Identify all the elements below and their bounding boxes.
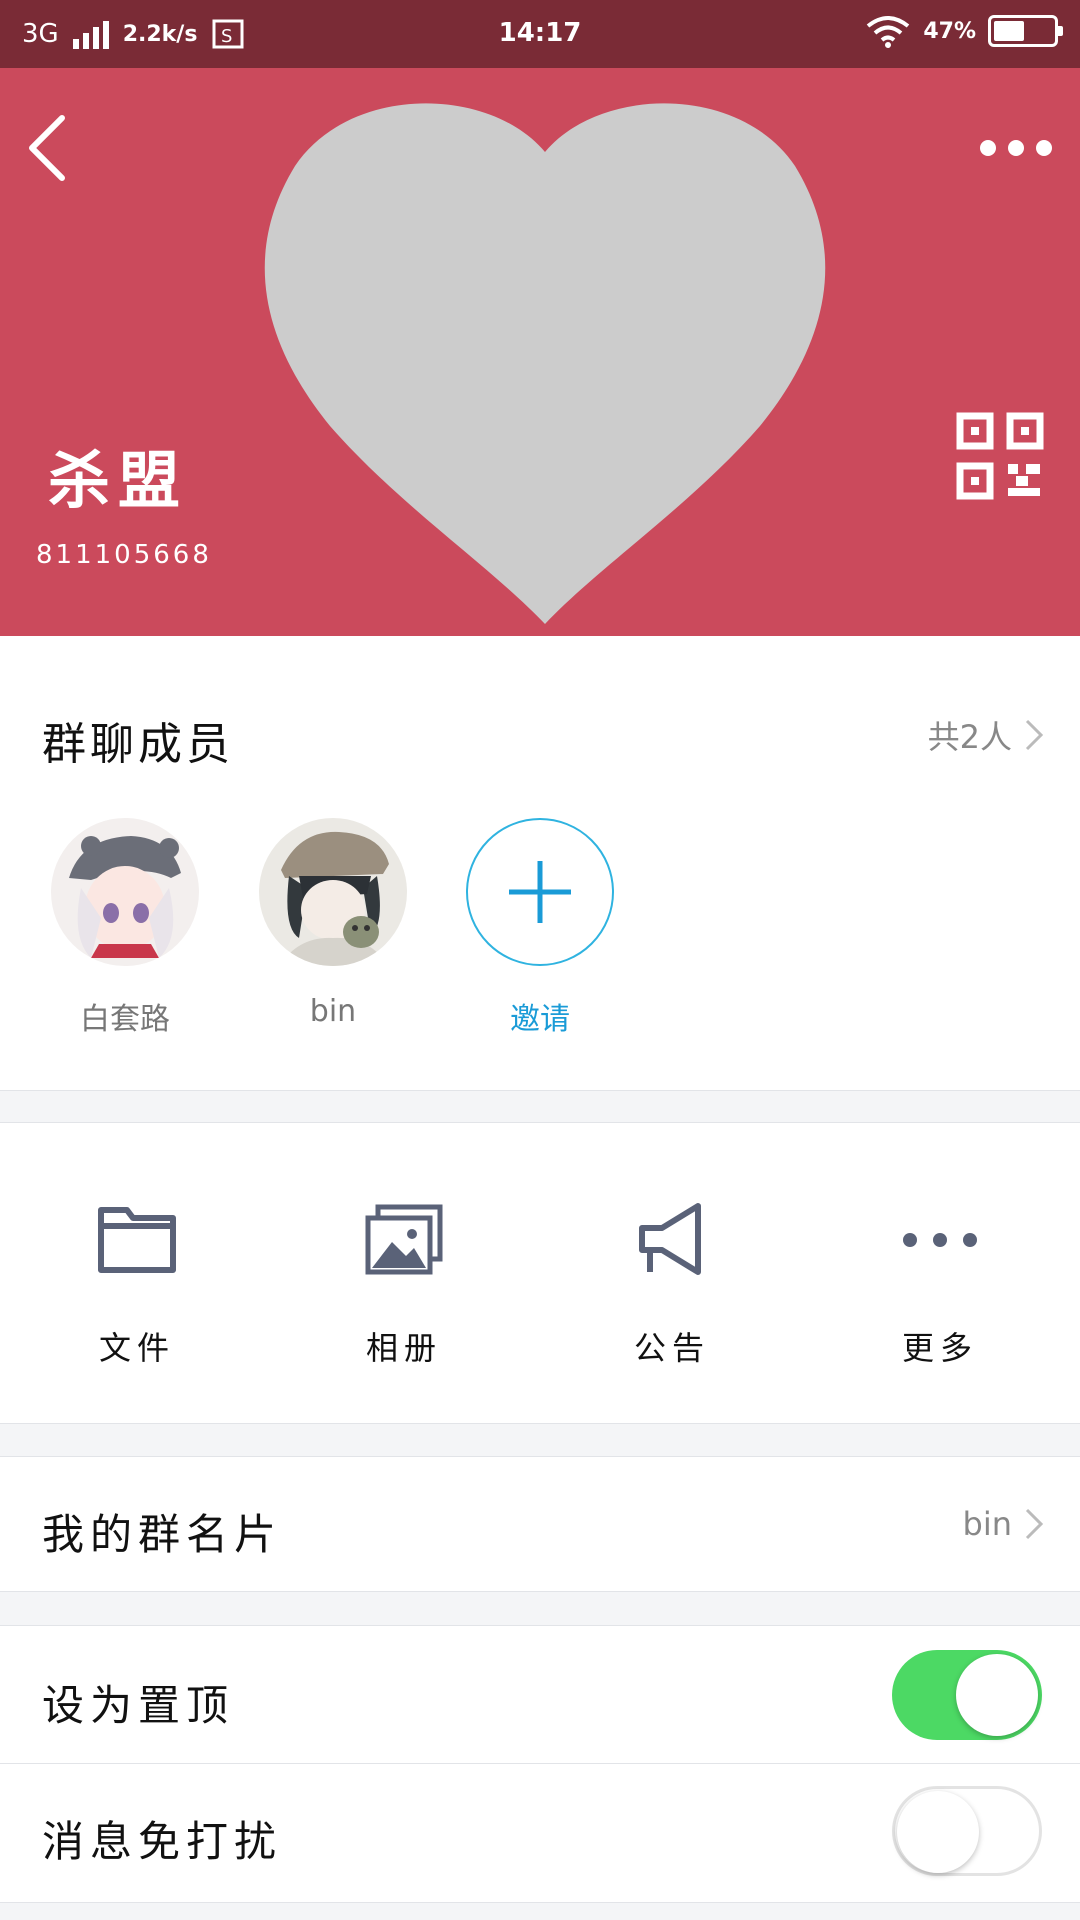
pin-top-row: 设为置顶 [0, 1625, 1080, 1763]
group-id: 811105668 [36, 540, 212, 570]
chevron-right-icon [1025, 1508, 1044, 1540]
quick-actions: 文件 相册 公告 更多 [0, 1122, 1080, 1424]
megaphone-icon [622, 1195, 722, 1285]
mute-row: 消息免打扰 [0, 1763, 1080, 1903]
group-name: 杀盟 [48, 444, 189, 517]
battery-percent: 47% [923, 18, 976, 44]
invite-button[interactable]: 邀请 [465, 818, 615, 1038]
invite-circle [466, 818, 614, 966]
my-group-card-row[interactable]: 我的群名片 bin [0, 1456, 1080, 1592]
more-actions-button[interactable]: 更多 [840, 1195, 1040, 1369]
album-icon [354, 1195, 454, 1285]
mute-label: 消息免打扰 [42, 1817, 283, 1866]
chevron-right-icon [1025, 719, 1044, 751]
member-avatar [259, 818, 407, 966]
member-item[interactable]: 白套路 [50, 818, 200, 1038]
member-name: 白套路 [80, 1002, 170, 1037]
group-avatar-heart[interactable] [240, 96, 850, 636]
files-label: 文件 [98, 1329, 175, 1367]
members-section: 群聊成员 共2人 白套路 bin 邀请 [0, 636, 1080, 1091]
qr-code-icon[interactable] [956, 412, 1044, 500]
group-header: 杀盟 811105668 [0, 68, 1080, 636]
member-name: bin [309, 994, 357, 1029]
status-bar: 3G 2.2k/s S 14:17 47% [0, 0, 1080, 68]
more-dots-icon [890, 1195, 990, 1285]
my-group-card-label: 我的群名片 [42, 1510, 283, 1559]
back-icon[interactable] [22, 108, 82, 188]
member-avatar [51, 818, 199, 966]
battery-icon [988, 15, 1063, 47]
members-title: 群聊成员 [42, 719, 234, 770]
invite-label: 邀请 [510, 1002, 570, 1037]
members-count-link[interactable]: 共2人 [928, 712, 1044, 758]
announcement-button[interactable]: 公告 [572, 1195, 772, 1369]
my-group-card-value: bin [962, 1505, 1012, 1543]
folder-icon [87, 1195, 187, 1285]
album-label: 相册 [365, 1329, 442, 1367]
pin-top-label: 设为置顶 [42, 1681, 235, 1730]
album-button[interactable]: 相册 [304, 1195, 504, 1369]
pin-top-toggle[interactable] [892, 1650, 1042, 1740]
member-item[interactable]: bin [258, 818, 408, 1029]
announcement-label: 公告 [633, 1329, 710, 1367]
files-button[interactable]: 文件 [37, 1195, 237, 1369]
more-actions-label: 更多 [901, 1329, 978, 1367]
plus-icon [509, 861, 571, 923]
mute-toggle[interactable] [892, 1786, 1042, 1876]
members-count: 共2人 [927, 718, 1012, 756]
more-options-icon[interactable] [962, 128, 1052, 168]
wifi-icon [867, 16, 910, 48]
